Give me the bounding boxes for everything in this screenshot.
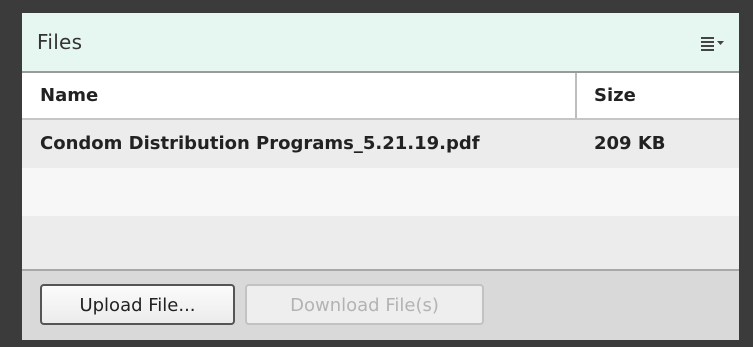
chevron-down-icon	[717, 41, 724, 45]
table-header: Name Size	[22, 73, 739, 120]
download-files-button[interactable]: Download File(s)	[245, 284, 484, 325]
file-size: 209 KB	[594, 133, 666, 154]
pod-header: Files	[22, 13, 739, 73]
pod-footer: Upload File... Download File(s)	[22, 269, 739, 340]
file-name: Condom Distribution Programs_5.21.19.pdf	[40, 133, 480, 154]
empty-row	[22, 168, 739, 216]
files-pod: Files Name Size Condom Distribution Prog…	[22, 13, 739, 340]
file-row[interactable]: Condom Distribution Programs_5.21.19.pdf…	[22, 120, 739, 168]
window-frame: Files Name Size Condom Distribution Prog…	[0, 0, 753, 347]
pod-title: Files	[37, 30, 83, 54]
empty-row	[22, 216, 739, 269]
column-header-name[interactable]: Name	[22, 73, 577, 118]
pod-options-menu-button[interactable]	[697, 31, 727, 55]
column-header-size[interactable]: Size	[577, 73, 739, 118]
column-header-size-label: Size	[594, 85, 636, 106]
column-header-name-label: Name	[40, 85, 99, 106]
list-menu-icon	[701, 37, 724, 51]
upload-file-button[interactable]: Upload File...	[40, 284, 235, 325]
